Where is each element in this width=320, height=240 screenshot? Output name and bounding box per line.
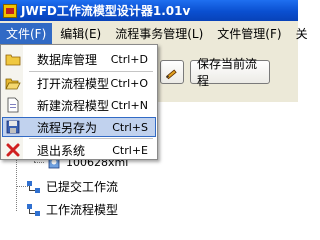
menu-item-label: 退出系统 [37, 143, 86, 158]
menu-separator [29, 71, 153, 72]
app-icon [3, 3, 17, 18]
menu-item-label: 新建流程模型 [37, 98, 110, 113]
menu-item-shortcut: Ctrl+S [112, 120, 148, 134]
window-title: JWFD工作流模型设计器1.01v [21, 4, 191, 18]
menu-item-shortcut: Ctrl+N [110, 98, 148, 112]
save-current-workflow-label: 保存当前流程 [197, 57, 258, 88]
menu-workflow-transactions[interactable]: 流程事务管理(L) [109, 23, 209, 44]
workflow-node-icon [27, 180, 40, 193]
title-bar: JWFD工作流模型设计器1.01v [0, 0, 298, 21]
menu-item-label: 流程另存为 [37, 120, 98, 135]
menu-item-exit-system[interactable]: 退出系统 Ctrl+E [2, 140, 156, 160]
menu-close[interactable]: 关 [290, 23, 314, 44]
exit-x-icon [5, 142, 21, 158]
tree-item-label: 已提交工作流 [46, 180, 119, 194]
tree-item-workflow-models[interactable]: 工作流程模型 [26, 201, 118, 218]
menu-item-shortcut: Ctrl+D [110, 52, 148, 66]
menu-item-label: 打开流程模型 [37, 76, 110, 91]
file-menu-dropdown: 数据库管理 Ctrl+D 打开流程模型 Ctrl+O 新建流程模型 Ctrl+N… [0, 44, 158, 160]
menu-file-management[interactable]: 文件管理(F) [211, 23, 287, 44]
menu-item-database-management[interactable]: 数据库管理 Ctrl+D [2, 49, 156, 69]
menu-bar: 文件(F) 编辑(E) 流程事务管理(L) 文件管理(F) 关 [0, 21, 308, 46]
menu-item-shortcut: Ctrl+E [112, 143, 148, 157]
floppy-disk-icon [5, 119, 21, 135]
toolbar-edit-button[interactable] [160, 60, 184, 84]
pencil-icon [165, 69, 177, 80]
menu-item-new-model[interactable]: 新建流程模型 Ctrl+N [2, 95, 156, 115]
tree-guide-line [34, 162, 44, 163]
database-folder-icon [5, 51, 21, 67]
tree-item-label: 工作流程模型 [46, 203, 119, 217]
menu-file[interactable]: 文件(F) [0, 22, 53, 44]
tree-item-submitted-workflows[interactable]: 已提交工作流 [26, 178, 118, 195]
open-folder-icon [5, 75, 21, 91]
menu-item-shortcut: Ctrl+O [110, 76, 148, 90]
menu-item-save-workflow-as[interactable]: 流程另存为 Ctrl+S [2, 117, 156, 137]
menu-item-open-model[interactable]: 打开流程模型 Ctrl+O [2, 73, 156, 93]
menu-item-label: 数据库管理 [37, 52, 98, 67]
menu-separator [29, 138, 153, 139]
save-current-workflow-button[interactable]: 保存当前流程 [190, 57, 270, 88]
new-document-icon [5, 97, 21, 113]
workflow-node-icon [27, 203, 40, 216]
menu-edit[interactable]: 编辑(E) [54, 23, 107, 44]
